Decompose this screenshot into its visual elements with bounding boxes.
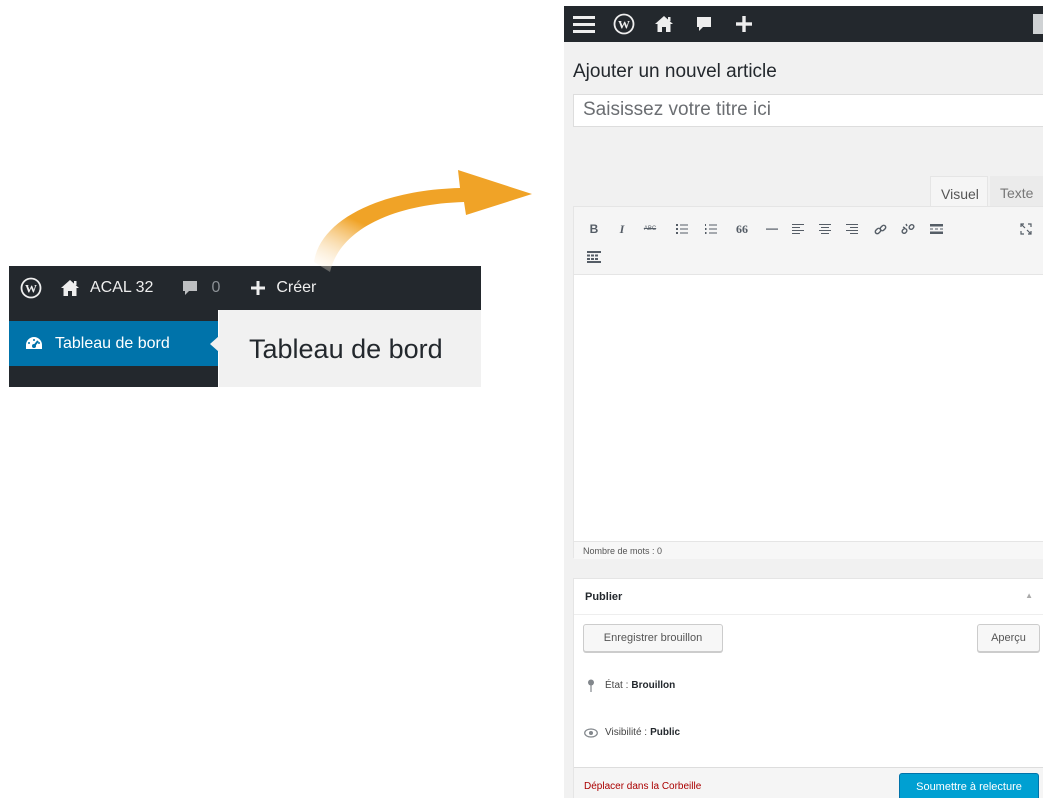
- pin-icon: [583, 679, 599, 692]
- post-status-label: État :: [605, 680, 629, 691]
- wordpress-icon: W: [20, 277, 42, 299]
- transition-arrow-icon: [314, 170, 532, 272]
- mobile-admin-bar: W: [564, 6, 1043, 42]
- horizontal-line-button[interactable]: [762, 219, 782, 239]
- editor-toolbar: B I ABC 66: [574, 207, 1043, 275]
- publish-heading-label: Publier: [585, 591, 623, 603]
- wordpress-logo-link[interactable]: W: [604, 6, 644, 42]
- submit-for-review-button[interactable]: Soumettre à relecture: [899, 773, 1039, 798]
- publish-box: Publier ▲ Enregistrer brouillon Aperçu É…: [573, 578, 1043, 798]
- home-icon: [61, 280, 79, 296]
- strikethrough-button[interactable]: ABC: [640, 219, 660, 239]
- numbered-list-button[interactable]: [701, 219, 721, 239]
- new-content-link[interactable]: [724, 6, 764, 42]
- svg-text:W: W: [618, 18, 630, 32]
- toolbar-toggle-button[interactable]: [584, 247, 604, 267]
- blockquote-button[interactable]: 66: [732, 219, 752, 239]
- page-title: Ajouter un nouvel article: [573, 61, 777, 82]
- title-placeholder: Saisissez votre titre ici: [583, 99, 771, 120]
- read-more-icon: [929, 224, 943, 234]
- horizontal-line-icon: [766, 228, 778, 230]
- move-to-trash-link[interactable]: Déplacer dans la Corbeille: [584, 781, 701, 792]
- content-area: Tableau de bord: [219, 310, 481, 387]
- eye-icon: [583, 727, 599, 738]
- fullscreen-icon: [1020, 223, 1032, 235]
- plus-icon: [251, 281, 266, 295]
- post-visibility-value: Public: [650, 727, 681, 738]
- comment-icon: [697, 17, 711, 31]
- italic-button[interactable]: I: [612, 219, 632, 239]
- read-more-button[interactable]: [926, 219, 946, 239]
- tab-visual[interactable]: Visuel: [930, 176, 988, 207]
- collapse-triangle-icon[interactable]: ▲: [1025, 591, 1033, 600]
- home-icon: [655, 16, 673, 32]
- content-editor-area[interactable]: [574, 275, 1043, 541]
- align-left-button[interactable]: [788, 219, 808, 239]
- menu-item-label: Tableau de bord: [55, 334, 170, 352]
- page-heading: Tableau de bord: [249, 334, 443, 364]
- bullet-list-button[interactable]: [672, 219, 692, 239]
- menu-current-indicator: [210, 336, 219, 352]
- publish-actions: Déplacer dans la Corbeille Soumettre à r…: [574, 767, 1043, 798]
- comment-icon: [183, 281, 198, 295]
- dashboard-icon: [26, 336, 42, 349]
- new-content-label: Créer: [276, 279, 317, 296]
- align-center-button[interactable]: [815, 219, 835, 239]
- link-icon: [874, 224, 886, 234]
- numbered-list-icon: [705, 224, 717, 234]
- site-name-link[interactable]: ACAL 32: [58, 266, 161, 310]
- insert-link-button[interactable]: [870, 219, 890, 239]
- user-avatar[interactable]: [1033, 14, 1043, 34]
- align-right-icon: [846, 224, 858, 234]
- save-draft-button[interactable]: Enregistrer brouillon: [583, 624, 723, 652]
- post-status: État : Brouillon: [583, 679, 675, 692]
- fullscreen-button[interactable]: [1016, 219, 1036, 239]
- post-editor: B I ABC 66 Nombre de mots: 0: [573, 206, 1043, 559]
- site-home-link[interactable]: [644, 6, 684, 42]
- bold-button[interactable]: B: [584, 219, 604, 239]
- wordpress-logo-link[interactable]: W: [9, 266, 58, 310]
- preview-button[interactable]: Aperçu: [977, 624, 1040, 652]
- unlink-icon: [901, 223, 915, 235]
- align-right-button[interactable]: [842, 219, 862, 239]
- dashboard-screenshot: W ACAL 32 0 Créer Tableau de bord Tablea…: [9, 266, 481, 387]
- publish-heading[interactable]: Publier: [574, 579, 1043, 615]
- align-left-icon: [792, 224, 804, 234]
- word-count: Nombre de mots : 0: [574, 541, 1043, 559]
- post-visibility-label: Visibilité :: [605, 727, 648, 738]
- hamburger-icon: [573, 16, 595, 33]
- menu-item-dashboard[interactable]: Tableau de bord: [9, 321, 218, 366]
- bullet-list-icon: [676, 224, 688, 234]
- post-visibility: Visibilité : Public: [583, 727, 680, 738]
- align-center-icon: [819, 224, 831, 234]
- comments-link[interactable]: 0: [161, 266, 228, 310]
- svg-text:W: W: [25, 282, 37, 296]
- comments-link[interactable]: [684, 6, 724, 42]
- tab-text[interactable]: Texte: [990, 176, 1043, 207]
- plus-icon: [736, 16, 752, 32]
- menu-toggle[interactable]: [564, 6, 604, 42]
- keyboard-icon: [587, 251, 601, 263]
- post-status-value: Brouillon: [631, 680, 676, 691]
- post-title-input[interactable]: Saisissez votre titre ici: [573, 94, 1043, 127]
- remove-link-button[interactable]: [898, 219, 918, 239]
- wordpress-icon: W: [613, 13, 635, 35]
- comments-count: 0: [211, 279, 221, 296]
- mobile-editor-screenshot: W Ajouter un nouvel article Saisissez vo…: [564, 6, 1043, 798]
- site-name: ACAL 32: [90, 279, 154, 296]
